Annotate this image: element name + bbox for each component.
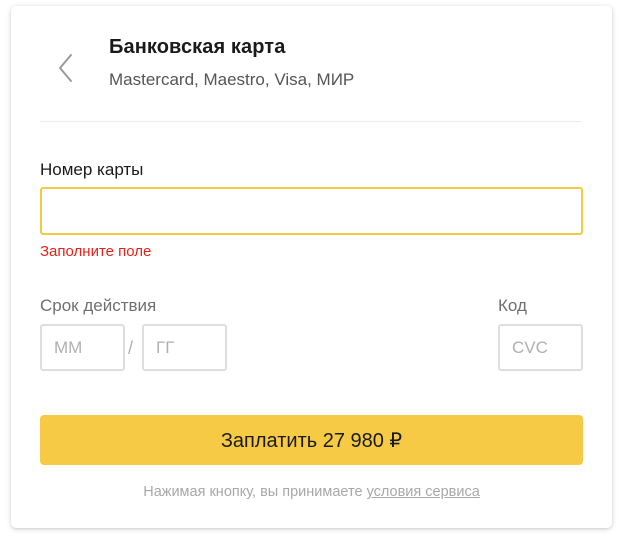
- cvc-input[interactable]: [498, 324, 583, 371]
- card-number-label: Номер карты: [40, 160, 144, 179]
- expiry-label: Срок действия: [40, 296, 157, 315]
- terms-text: Нажимая кнопку, вы принимаете: [143, 484, 367, 500]
- chevron-left-icon: [59, 54, 72, 82]
- expiry-month-input[interactable]: [40, 324, 125, 371]
- pay-button[interactable]: Заплатить 27 980 ₽: [40, 415, 583, 465]
- expiry-year-input[interactable]: [142, 324, 227, 371]
- terms-notice: Нажимая кнопку, вы принимаете условия се…: [0, 484, 623, 500]
- divider: [40, 121, 582, 122]
- cvc-label: Код: [498, 296, 527, 315]
- expiry-separator: /: [128, 338, 134, 358]
- card-number-input[interactable]: [40, 187, 583, 235]
- supported-cards-subtitle: Mastercard, Maestro, Visa, МИР: [109, 70, 355, 89]
- page-title: Банковская карта: [109, 36, 286, 58]
- back-button[interactable]: [55, 52, 77, 84]
- card-number-error: Заполните поле: [40, 243, 152, 260]
- terms-link[interactable]: условия сервиса: [367, 484, 480, 500]
